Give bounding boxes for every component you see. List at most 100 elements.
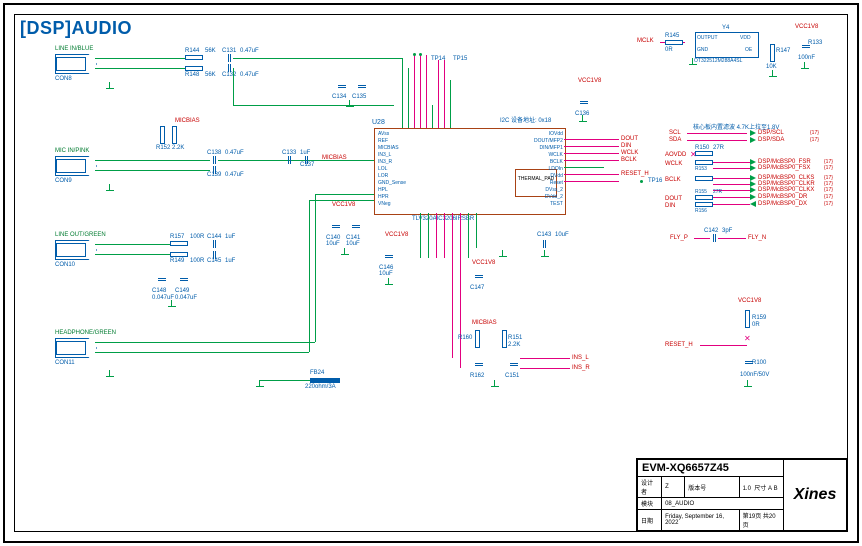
- r100-val: 100nF/50V: [740, 372, 769, 378]
- connector-con9: [55, 156, 97, 176]
- net-wclk: WCLK: [621, 150, 638, 156]
- dsp-dx: DSP/McBSP0_DX: [758, 201, 807, 207]
- res-r149: [170, 252, 188, 257]
- c144-val: 1uF: [225, 234, 235, 240]
- res-r157: [170, 241, 188, 246]
- cap-c144: [210, 240, 218, 248]
- r100-ref: R100: [752, 360, 766, 366]
- r151-val: 2.2K: [508, 342, 520, 348]
- con9-ref: CON9: [55, 178, 72, 184]
- c140-val: 10uF: [326, 241, 340, 247]
- c131-ref: C131: [222, 48, 236, 54]
- gnd-icon: [540, 250, 550, 260]
- cap-c147: [475, 272, 483, 280]
- micbias-net3: MICBIAS: [472, 320, 497, 326]
- vcc1v8-net3: VCC1V8: [578, 78, 601, 84]
- r160-ref: R160: [458, 335, 472, 341]
- project-name: EVM-XQ6657Z45: [638, 460, 784, 477]
- r157-val: 100R: [190, 234, 204, 240]
- u28-ref: U28: [372, 119, 385, 126]
- net-din: DIN: [621, 143, 631, 149]
- connector-con11: [55, 338, 97, 358]
- c131-val: 0.47uF: [240, 48, 259, 54]
- y4-pin-gnd: GND: [697, 47, 708, 53]
- vcc1v8-net2: VCC1V8: [385, 232, 408, 238]
- cap-c149: [180, 275, 188, 283]
- res-r154: [695, 176, 713, 181]
- res-r152a: [160, 126, 165, 144]
- r152-ref: R152: [156, 145, 170, 151]
- y4-pin-out: OUTPUT: [697, 35, 718, 41]
- net-insl: INS_L: [572, 355, 589, 361]
- c143-val: 10uF: [555, 232, 569, 238]
- net-insr: INS_R: [572, 365, 590, 371]
- net-dout: DOUT: [621, 136, 638, 142]
- c132-val: 0.47uF: [240, 72, 259, 78]
- gnd-icon: [105, 82, 115, 92]
- cap-c143: [540, 240, 548, 248]
- gnd-icon: [768, 70, 778, 80]
- res-r160: [475, 330, 480, 348]
- r144-val: 56K: [205, 48, 216, 54]
- r147-ref: R147: [776, 48, 790, 54]
- net-bclk: BCLK: [621, 157, 637, 163]
- tp15-label: TP15: [453, 56, 467, 62]
- c148-ref: C148: [152, 288, 166, 294]
- cap-c134: [338, 82, 346, 90]
- company-logo: Xines: [794, 486, 837, 503]
- gnd-icon: [384, 278, 394, 288]
- net-reset2: RESET_H: [665, 342, 693, 348]
- r152-val: 2.2K: [172, 145, 184, 151]
- net-flyp: FLY_P: [670, 235, 688, 241]
- y4-pin-vdd: VDD: [740, 35, 751, 41]
- line-in-label: LINE IN/BLUE: [55, 46, 93, 52]
- vcc1v8-net5: VCC1V8: [795, 24, 818, 30]
- dsp-dr: DSP/McBSP0_DR: [758, 194, 807, 200]
- cap-c132: [225, 64, 233, 72]
- inner-frame: [14, 14, 848, 532]
- cap-c135: [358, 82, 366, 90]
- cap-r162: [475, 360, 483, 368]
- fb24-val: 220ohm/3A: [305, 384, 336, 390]
- connector-con10: [55, 240, 97, 260]
- dspsda: DSP/SDA: [758, 137, 784, 143]
- c133-ref: C133: [282, 150, 296, 156]
- r155-ref: R155: [695, 189, 707, 195]
- res-r151: [502, 330, 507, 348]
- r155-val: 27R: [713, 189, 722, 195]
- net-din2: DIN: [665, 203, 675, 209]
- schematic-sheet: [DSP]AUDIO LINE IN/BLUE CON8 R144 56K R1…: [0, 0, 862, 546]
- vcc1v8-net4: VCC1V8: [472, 260, 495, 266]
- res-r155: [695, 195, 713, 200]
- headphone-label: HEADPHONE/GREEN: [55, 330, 116, 336]
- net-wclk2: WCLK: [665, 161, 682, 167]
- net-bclk2: BCLK: [665, 177, 681, 183]
- r156-ref: R156: [695, 208, 707, 214]
- con11-ref: CON11: [55, 360, 75, 366]
- gnd-icon: [105, 184, 115, 194]
- r149-ref: R149: [170, 258, 184, 264]
- r159-ref: R159: [752, 315, 766, 321]
- gnd-icon: [345, 100, 355, 110]
- net-aovdd: AOVDD: [665, 152, 686, 158]
- cap-c141: [352, 222, 360, 230]
- net-reset: RESET_H: [621, 171, 649, 177]
- con10-ref: CON10: [55, 262, 75, 268]
- pins-right: IOVddDOUT/MFP2DIN/MFP1WCLKBCLKLDOInDVddR…: [534, 131, 563, 208]
- gnd-icon: [578, 115, 588, 125]
- c137-ref: C137: [300, 162, 314, 168]
- gnd-icon: [340, 248, 350, 258]
- res-r145: [665, 40, 683, 45]
- r148-ref: R148: [185, 72, 199, 78]
- r159-val: 0R: [752, 322, 760, 328]
- r153-ref: R153: [695, 166, 707, 172]
- cap-c138: [210, 156, 218, 164]
- y4-ref: Y4: [722, 25, 729, 31]
- dsp-clkx: DSP/McBSP0_CLKX: [758, 187, 814, 193]
- c147-ref: C147: [470, 285, 484, 291]
- net-dout2: DOUT: [665, 196, 682, 202]
- net-sda: SDA: [669, 137, 681, 143]
- c138-val: 0.47uF: [225, 150, 244, 156]
- r150-val: 27R: [713, 145, 724, 151]
- page-title: [DSP]AUDIO: [20, 18, 132, 39]
